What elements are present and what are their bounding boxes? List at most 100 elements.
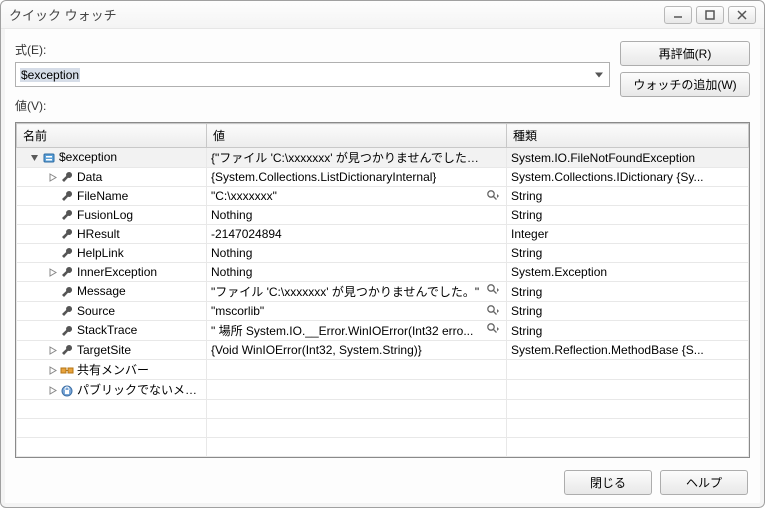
expander-icon[interactable]	[47, 345, 58, 356]
table-row[interactable]: HResult-2147024894Integer	[17, 225, 749, 244]
row-value: "C:\xxxxxxx"	[211, 189, 277, 203]
wrench-icon	[60, 208, 74, 222]
table-row-empty	[17, 419, 749, 438]
cell-type: System.Reflection.MethodBase {S...	[507, 341, 749, 360]
expander-icon[interactable]	[47, 385, 58, 396]
expander-icon	[47, 210, 58, 221]
expander-icon[interactable]	[47, 267, 58, 278]
cell-name: FusionLog	[17, 206, 207, 225]
minimize-button[interactable]	[664, 6, 692, 24]
wrench-icon	[60, 343, 74, 357]
dialog-footer: 閉じる ヘルプ	[15, 470, 750, 495]
row-name: StackTrace	[77, 323, 137, 337]
reevaluate-button[interactable]: 再評価(R)	[620, 41, 750, 66]
table-row[interactable]: FileName"C:\xxxxxxx"String	[17, 187, 749, 206]
window-title: クイック ウォッチ	[9, 5, 660, 24]
row-value: Nothing	[211, 208, 252, 222]
expander-icon	[47, 306, 58, 317]
table-row[interactable]: Message "ファイル 'C:\xxxxxxx' が見つかりませんでした。"S…	[17, 282, 749, 302]
watch-grid[interactable]: 名前 値 種類 $exception {"ファイル 'C:\xxxxxxx' が見…	[15, 122, 750, 458]
obj-icon	[42, 151, 56, 165]
row-name: HResult	[77, 227, 120, 241]
table-row-empty	[17, 400, 749, 419]
expander-icon[interactable]	[29, 152, 40, 163]
table-row[interactable]: $exception {"ファイル 'C:\xxxxxxx' が見つかりませんでし…	[17, 148, 749, 168]
wrench-icon	[60, 170, 74, 184]
visualizer-icon[interactable]	[484, 304, 502, 316]
row-value: " 場所 System.IO.__Error.WinIOError(Int32 …	[211, 322, 473, 339]
cell-value: {Void WinIOError(Int32, System.String)}	[207, 341, 507, 360]
cell-name: パブリックでないメン...	[17, 380, 207, 400]
cell-value: "ファイル 'C:\xxxxxxx' が見つかりませんでした。"	[207, 282, 507, 302]
wrench-icon	[60, 265, 74, 279]
col-header-value[interactable]: 値	[207, 124, 507, 148]
expression-combobox[interactable]: $exception	[15, 62, 610, 87]
cell-value: Nothing	[207, 263, 507, 282]
add-watch-button[interactable]: ウォッチの追加(W)	[620, 72, 750, 97]
row-value: {System.Collections.ListDictionaryIntern…	[211, 170, 436, 184]
row-value: -2147024894	[211, 227, 282, 241]
table-row[interactable]: パブリックでないメン...	[17, 380, 749, 400]
wrench-icon	[60, 227, 74, 241]
row-name: Message	[77, 284, 126, 298]
cell-name: HResult	[17, 225, 207, 244]
expander-icon[interactable]	[47, 365, 58, 376]
table-row[interactable]: Data {System.Collections.ListDictionaryIn…	[17, 168, 749, 187]
visualizer-icon[interactable]	[484, 189, 502, 201]
help-button[interactable]: ヘルプ	[660, 470, 748, 495]
cell-type: System.IO.FileNotFoundException	[507, 148, 749, 168]
cell-name: TargetSite	[17, 341, 207, 360]
visualizer-icon[interactable]	[484, 283, 502, 295]
row-value: {"ファイル 'C:\xxxxxxx' が見つかりませんでした。":"C...	[211, 149, 480, 166]
table-row[interactable]: FusionLog Nothing String	[17, 206, 749, 225]
cell-type: System.Collections.IDictionary {Sy...	[507, 168, 749, 187]
cell-name: $exception	[17, 148, 207, 168]
table-row[interactable]: StackTrace " 場所 System.IO.__Error.WinIOEr…	[17, 321, 749, 341]
cell-name: StackTrace	[17, 321, 207, 341]
cell-type: String	[507, 282, 749, 302]
col-header-name[interactable]: 名前	[17, 124, 207, 148]
quickwatch-window: クイック ウォッチ 式(E): $exception 値(V): 再評価(R) …	[0, 0, 765, 508]
table-row[interactable]: Source"mscorlib"String	[17, 302, 749, 321]
expander-icon[interactable]	[47, 172, 58, 183]
shared-icon	[60, 364, 74, 378]
cell-name: FileName	[17, 187, 207, 206]
table-row[interactable]: InnerException Nothing System.Exception	[17, 263, 749, 282]
cell-type: System.Exception	[507, 263, 749, 282]
chevron-down-icon	[595, 72, 603, 77]
row-name: Data	[77, 170, 102, 184]
cell-name: InnerException	[17, 263, 207, 282]
maximize-button[interactable]	[696, 6, 724, 24]
cell-name: HelpLink	[17, 244, 207, 263]
col-header-type[interactable]: 種類	[507, 124, 749, 148]
cell-value: " 場所 System.IO.__Error.WinIOError(Int32 …	[207, 321, 507, 341]
row-name: Source	[77, 304, 115, 318]
wrench-icon	[60, 189, 74, 203]
wrench-icon	[60, 304, 74, 318]
nonpub-icon	[60, 384, 74, 398]
dialog-body: 式(E): $exception 値(V): 再評価(R) ウォッチの追加(W)…	[1, 29, 764, 507]
cell-name: Source	[17, 302, 207, 321]
row-value: Nothing	[211, 265, 252, 279]
cell-type: String	[507, 206, 749, 225]
row-name: $exception	[59, 150, 117, 164]
close-dialog-button[interactable]: 閉じる	[564, 470, 652, 495]
cell-name: Message	[17, 282, 207, 302]
row-name: 共有メンバー	[77, 363, 149, 377]
table-row[interactable]: 共有メンバー	[17, 360, 749, 380]
visualizer-icon[interactable]	[484, 322, 502, 334]
cell-type	[507, 360, 749, 380]
cell-value: Nothing	[207, 206, 507, 225]
cell-value: "mscorlib"	[207, 302, 507, 321]
expression-text: $exception	[20, 68, 80, 82]
row-value: "mscorlib"	[211, 304, 264, 318]
cell-name: 共有メンバー	[17, 360, 207, 380]
row-name: FileName	[77, 189, 128, 203]
table-row[interactable]: TargetSite{Void WinIOError(Int32, System…	[17, 341, 749, 360]
cell-value	[207, 360, 507, 380]
row-name: HelpLink	[77, 246, 124, 260]
cell-value: "C:\xxxxxxx"	[207, 187, 507, 206]
table-row[interactable]: HelpLinkNothingString	[17, 244, 749, 263]
close-button[interactable]	[728, 6, 756, 24]
table-row-empty	[17, 438, 749, 457]
